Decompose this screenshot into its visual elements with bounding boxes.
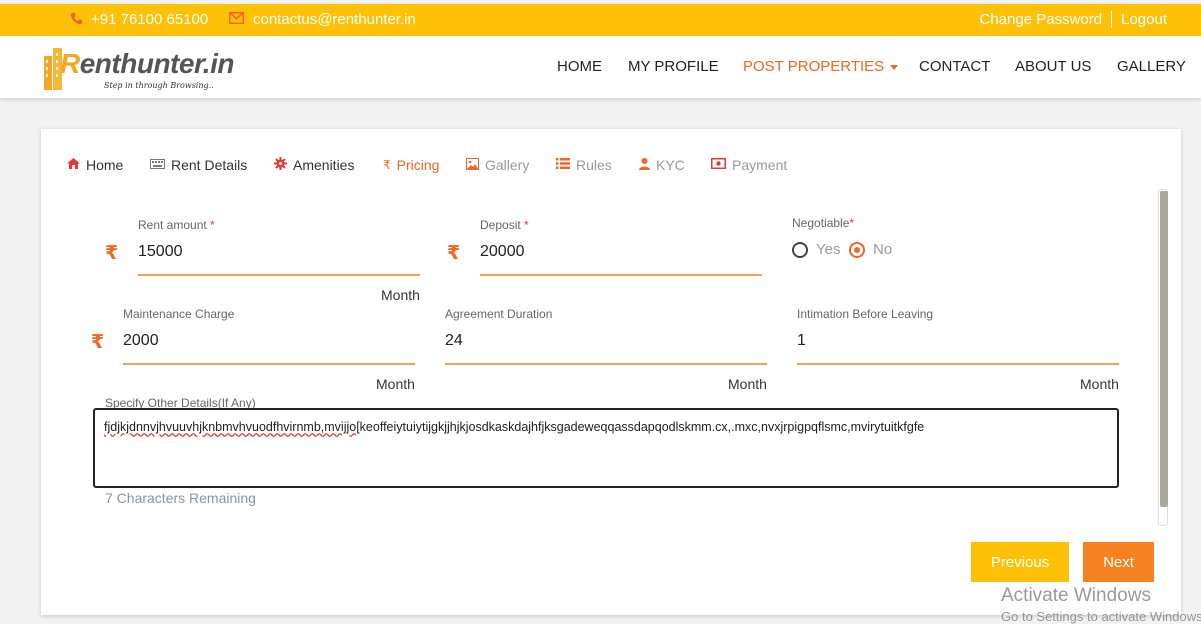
watermark-title: Activate Windows <box>1001 585 1151 606</box>
tab-gallery-label: Gallery <box>485 157 530 173</box>
email-contact[interactable]: contactus@renthunter.in <box>229 11 416 28</box>
agreement-duration-label: Agreement Duration <box>445 307 553 321</box>
negotiable-no-radio[interactable]: No <box>849 241 892 258</box>
site-logo[interactable]: Renthunter.in Step in through Browsing.. <box>42 40 234 94</box>
textarea-text: keoffeiytuiytijgkjjhjkjosdkaskdajhfjksga… <box>359 420 925 434</box>
form-scrollbar[interactable] <box>1158 189 1168 526</box>
tab-amenities[interactable]: Amenities <box>274 157 354 173</box>
tab-rent-details-label: Rent Details <box>171 157 248 173</box>
maintenance-underline <box>123 363 415 365</box>
deposit-input[interactable]: 20000 <box>480 243 525 261</box>
logo-tagline: Step in through Browsing.. <box>104 81 214 90</box>
caret-down-icon <box>890 64 899 70</box>
other-details-textarea[interactable]: fjdjkjdnnvjhvuuvhjknbmvhvuodfhvirnmb,mvi… <box>93 408 1119 488</box>
tab-kyc[interactable]: KYC <box>639 157 685 173</box>
agreement-duration-unit: Month <box>728 376 767 392</box>
radio-checked-icon <box>849 241 865 258</box>
divider <box>1111 11 1113 28</box>
rent-amount-unit: Month <box>381 287 420 303</box>
maintenance-charge-label: Maintenance Charge <box>123 307 235 321</box>
intimation-underline <box>797 363 1119 365</box>
intimation-input[interactable]: 1 <box>797 332 806 350</box>
tab-rules[interactable]: Rules <box>556 157 612 173</box>
nav-post-properties-label: POST PROPERTIES <box>743 58 885 75</box>
tab-gallery[interactable]: Gallery <box>466 157 529 173</box>
rupee-icon: ₹ <box>91 332 105 353</box>
agreement-duration-underline <box>445 363 767 365</box>
rupee-icon: ₹ <box>383 158 391 172</box>
negotiable-yes-radio[interactable]: Yes <box>792 241 840 258</box>
rent-amount-input[interactable]: 15000 <box>138 243 183 261</box>
home-icon <box>67 158 80 172</box>
envelope-icon <box>229 11 244 28</box>
characters-remaining: 7 Characters Remaining <box>105 490 256 506</box>
keyboard-icon <box>150 158 165 172</box>
watermark-subtitle: Go to Settings to activate Windows. <box>1001 609 1201 624</box>
money-icon <box>711 158 726 172</box>
deposit-underline <box>480 274 762 276</box>
gear-icon <box>274 157 287 173</box>
tab-amenities-label: Amenities <box>293 157 355 173</box>
radio-unchecked-icon <box>792 241 808 258</box>
image-icon <box>466 157 479 173</box>
negotiable-label: Negotiable* <box>792 216 855 230</box>
intimation-unit: Month <box>1080 376 1119 392</box>
misspelled-text: fjdjkjdnnvjhvuuvhjknbmvhvuodfhvirnmb,mvi… <box>104 420 360 434</box>
nav-my-profile[interactable]: MY PROFILE <box>628 58 719 75</box>
phone-contact[interactable]: +91 76100 65100 <box>70 11 208 28</box>
header: Renthunter.in Step in through Browsing..… <box>0 36 1201 98</box>
change-password-link[interactable]: Change Password <box>980 11 1103 28</box>
next-button[interactable]: Next <box>1083 542 1154 582</box>
intimation-label: Intimation Before Leaving <box>797 307 934 321</box>
nav-home[interactable]: HOME <box>557 58 602 75</box>
tab-pricing-label: Pricing <box>396 157 440 173</box>
maintenance-unit: Month <box>376 376 415 392</box>
maintenance-charge-input[interactable]: 2000 <box>123 332 159 350</box>
nav-contact[interactable]: CONTACT <box>919 58 990 75</box>
tab-rent-details[interactable]: Rent Details <box>150 157 247 173</box>
tab-pricing[interactable]: ₹ Pricing <box>383 157 439 173</box>
property-form-card: Home Rent Details Amenities ₹ Pricing Ga… <box>41 129 1181 615</box>
tab-payment-label: Payment <box>732 157 788 173</box>
windows-activation-watermark: Activate Windows Go to Settings to activ… <box>1001 585 1201 624</box>
rent-amount-underline <box>138 274 420 276</box>
nav-post-properties[interactable]: POST PROPERTIES <box>743 58 899 75</box>
tab-kyc-label: KYC <box>656 157 685 173</box>
tab-home-label: Home <box>86 157 124 173</box>
phone-icon <box>70 12 83 28</box>
negotiable-yes-label: Yes <box>816 241 841 258</box>
previous-button[interactable]: Previous <box>971 542 1069 582</box>
list-icon <box>556 158 570 172</box>
phone-number[interactable]: +91 76100 65100 <box>91 11 208 28</box>
user-icon <box>639 157 650 173</box>
agreement-duration-input[interactable]: 24 <box>445 332 463 350</box>
tab-payment[interactable]: Payment <box>711 157 787 173</box>
rupee-icon: ₹ <box>447 243 461 264</box>
nav-about-us[interactable]: ABOUT US <box>1015 58 1091 75</box>
nav-gallery[interactable]: GALLERY <box>1117 58 1186 75</box>
rupee-icon: ₹ <box>105 243 119 264</box>
negotiable-no-label: No <box>873 241 893 258</box>
form-tabs: Home Rent Details Amenities ₹ Pricing Ga… <box>41 154 1181 184</box>
logo-text: Renthunter.in <box>60 48 234 79</box>
top-bar: +91 76100 65100 contactus@renthunter.in … <box>0 4 1201 36</box>
deposit-label: Deposit * <box>480 218 529 232</box>
email-address[interactable]: contactus@renthunter.in <box>253 11 416 28</box>
logout-link[interactable]: Logout <box>1121 11 1167 28</box>
scrollbar-thumb[interactable] <box>1160 191 1168 507</box>
rent-amount-label: Rent amount * <box>138 218 215 232</box>
tab-home[interactable]: Home <box>67 157 123 173</box>
tab-rules-label: Rules <box>576 157 612 173</box>
